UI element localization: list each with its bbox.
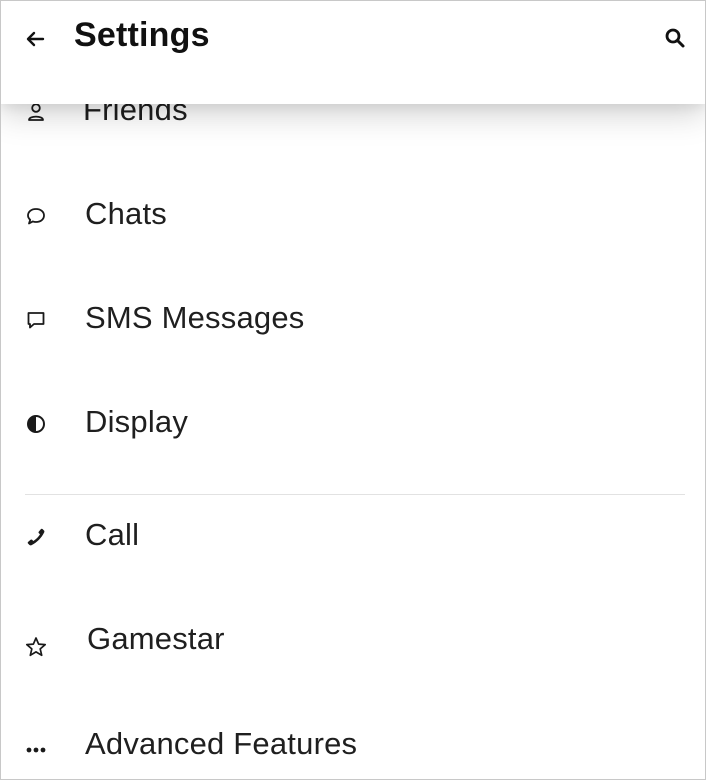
settings-item-advanced-features[interactable]: Advanced Features (1, 709, 705, 779)
settings-item-label: Advanced Features (85, 726, 358, 761)
search-button[interactable] (658, 21, 692, 55)
settings-list: Friends Chats SMS Messages Display Call … (1, 1, 705, 779)
settings-item-label: Display (85, 404, 189, 439)
settings-item-gamestar[interactable]: Gamestar (1, 604, 705, 674)
search-icon (664, 27, 686, 49)
app-header: Settings (1, 1, 705, 104)
settings-item-label: SMS Messages (85, 300, 305, 335)
settings-item-chats[interactable]: Chats (1, 179, 705, 249)
settings-item-label: Chats (85, 196, 167, 231)
settings-item-call[interactable]: Call (1, 500, 705, 570)
section-divider (25, 494, 685, 495)
contrast-icon (23, 411, 49, 437)
arrow-left-icon (24, 28, 46, 50)
phone-icon (23, 524, 49, 550)
settings-item-sms-messages[interactable]: SMS Messages (1, 283, 705, 353)
settings-window: Friends Chats SMS Messages Display Call … (0, 0, 706, 780)
settings-item-label: Call (85, 517, 140, 552)
chat-bubble-icon (23, 203, 49, 229)
star-icon (23, 634, 49, 660)
settings-item-display[interactable]: Display (1, 387, 705, 457)
message-square-icon (23, 307, 49, 333)
more-horizontal-icon (23, 737, 49, 763)
settings-item-label: Gamestar (87, 621, 225, 656)
page-title: Settings (74, 16, 210, 54)
back-button[interactable] (19, 23, 51, 55)
